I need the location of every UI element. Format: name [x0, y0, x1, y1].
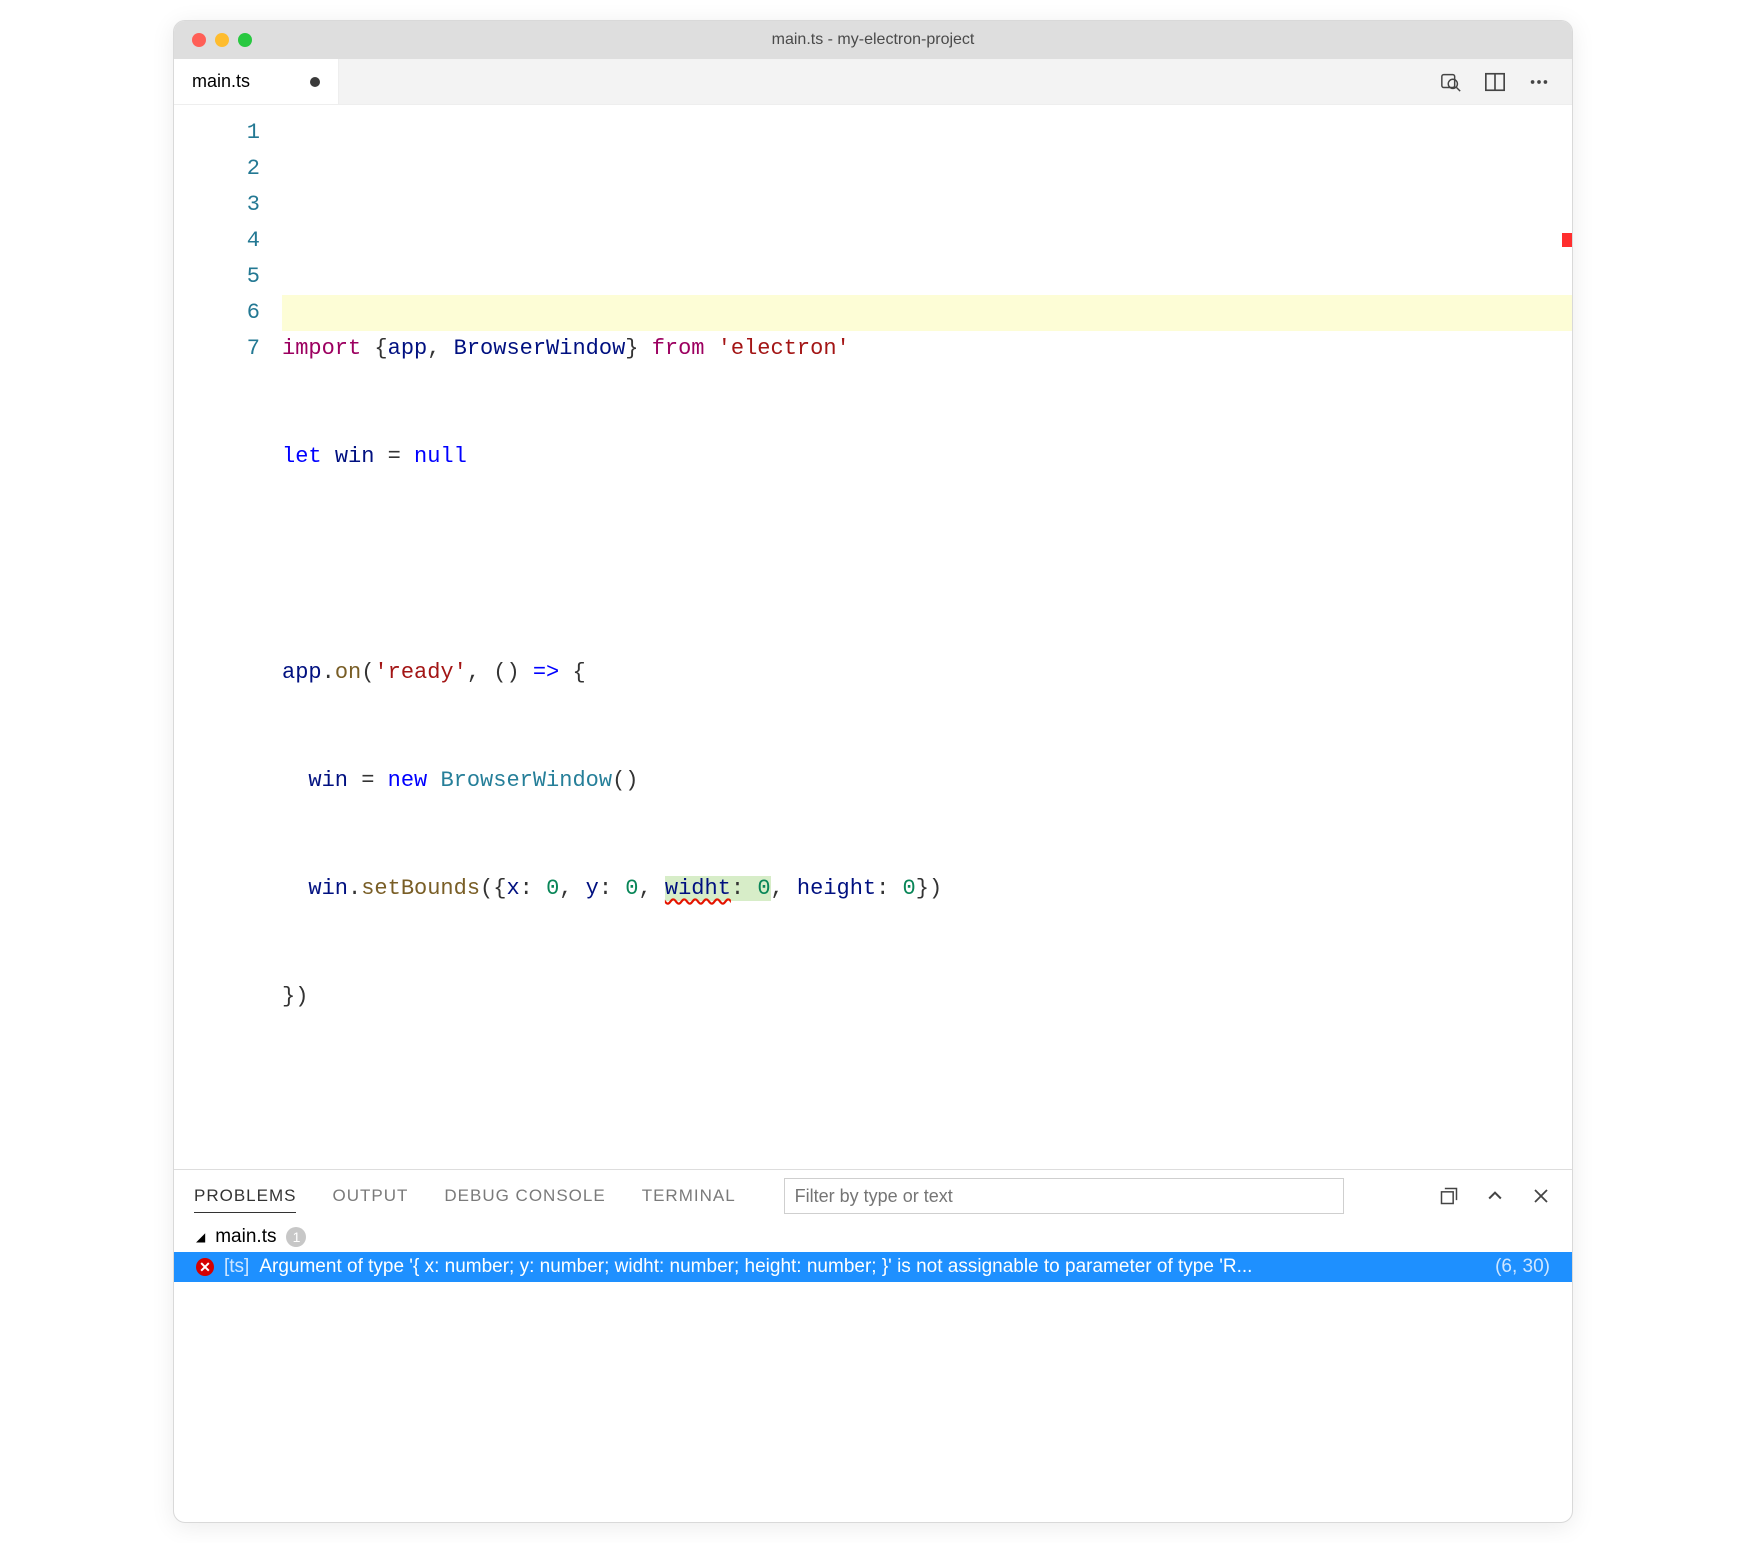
collapse-triangle-icon: ◢ [196, 1230, 205, 1244]
more-actions-icon[interactable] [1528, 71, 1550, 93]
error-icon: ✕ [196, 1258, 214, 1276]
code-area[interactable]: import {app, BrowserWindow} from 'electr… [282, 105, 1572, 1169]
panel-tab-bar: PROBLEMS OUTPUT DEBUG CONSOLE TERMINAL [174, 1170, 1572, 1222]
code-line: }) [282, 979, 1572, 1015]
dirty-indicator-icon [310, 77, 320, 87]
problems-filter-input[interactable] [784, 1178, 1344, 1214]
find-in-file-icon[interactable] [1440, 71, 1462, 93]
error-token-widht: widht [665, 876, 731, 901]
line-number: 2 [174, 151, 260, 187]
line-number: 6 [174, 295, 260, 331]
line-number-gutter: 1 2 3 4 5 6 7 [174, 105, 282, 1169]
line-number: 4 [174, 223, 260, 259]
tab-bar: main.ts [174, 59, 1572, 105]
editor-window: main.ts - my-electron-project main.ts 1 … [173, 20, 1573, 1523]
code-line [282, 547, 1572, 583]
problems-file-name: main.ts [215, 1226, 276, 1248]
problem-source-tag: [ts] [224, 1256, 249, 1278]
problems-count-badge: 1 [286, 1227, 306, 1247]
tab-problems[interactable]: PROBLEMS [194, 1180, 296, 1213]
problems-file-row[interactable]: ◢ main.ts 1 [174, 1222, 1572, 1252]
code-line: win.setBounds({x: 0, y: 0, widht: 0, hei… [282, 871, 1572, 907]
collapse-all-icon[interactable] [1438, 1185, 1460, 1207]
line-number: 1 [174, 115, 260, 151]
code-editor[interactable]: 1 2 3 4 5 6 7 import {app, BrowserWindow… [174, 105, 1572, 1169]
tab-debug-console[interactable]: DEBUG CONSOLE [444, 1180, 605, 1212]
window-title: main.ts - my-electron-project [174, 31, 1572, 49]
code-line: app.on('ready', () => { [282, 655, 1572, 691]
line-number: 7 [174, 331, 260, 367]
chevron-up-icon[interactable] [1484, 1185, 1506, 1207]
titlebar: main.ts - my-electron-project [174, 21, 1572, 59]
bottom-panel: PROBLEMS OUTPUT DEBUG CONSOLE TERMINAL ◢… [174, 1169, 1572, 1522]
problem-location: (6, 30) [1495, 1256, 1550, 1278]
close-panel-icon[interactable] [1530, 1185, 1552, 1207]
panel-empty-area [174, 1282, 1572, 1522]
line-number: 3 [174, 187, 260, 223]
code-line: let win = null [282, 439, 1572, 475]
split-editor-icon[interactable] [1484, 71, 1506, 93]
tab-output[interactable]: OUTPUT [332, 1180, 408, 1212]
tab-main-ts[interactable]: main.ts [174, 59, 339, 104]
problem-item[interactable]: ✕ [ts] Argument of type '{ x: number; y:… [174, 1252, 1572, 1282]
overview-ruler-error-marker[interactable] [1562, 233, 1572, 247]
tab-terminal[interactable]: TERMINAL [642, 1180, 736, 1212]
code-line: import {app, BrowserWindow} from 'electr… [282, 331, 1572, 367]
code-line: win = new BrowserWindow() [282, 763, 1572, 799]
problem-message: Argument of type '{ x: number; y: number… [259, 1256, 1252, 1278]
line-number: 5 [174, 259, 260, 295]
tab-label: main.ts [192, 71, 250, 92]
